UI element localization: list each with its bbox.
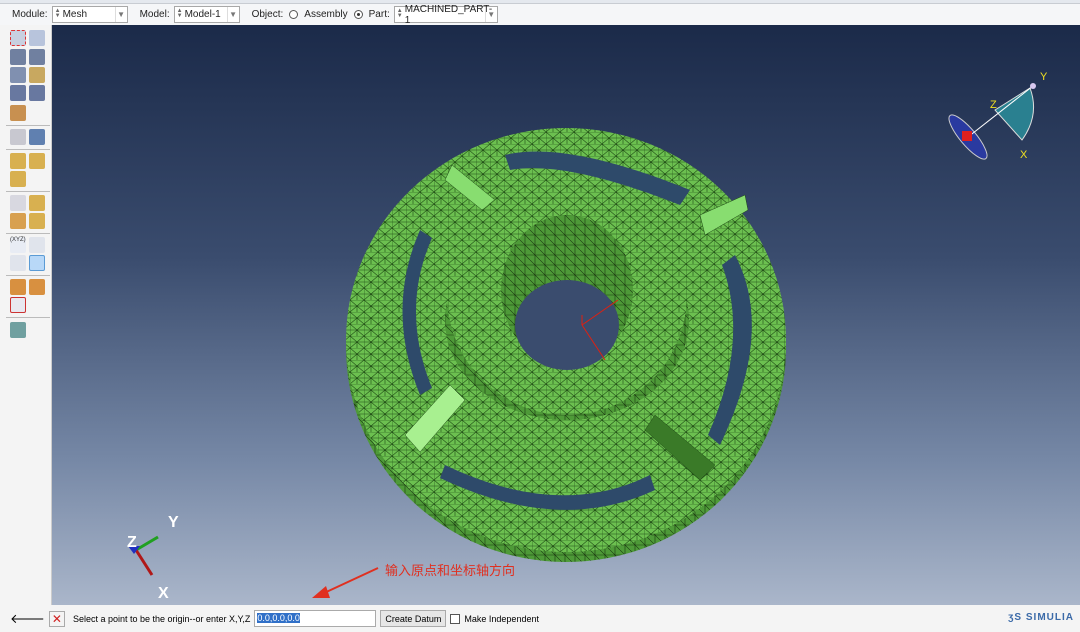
triad-x-label: X — [158, 585, 169, 602]
part-value: MACHINED_PART-1 — [404, 3, 493, 26]
xyz-input[interactable]: 0.0,0.0,0.0 — [254, 610, 377, 627]
mesh-part-render: Y Z X Y Z X — [127, 71, 1048, 602]
part-label: Part: — [368, 9, 390, 20]
make-independent-checkbox[interactable] — [450, 613, 461, 624]
part-radio[interactable] — [353, 10, 363, 19]
viewport[interactable]: Y Z X Y Z X — [52, 25, 1080, 605]
mesh-part-icon[interactable] — [29, 67, 45, 83]
partition-face-icon[interactable] — [29, 153, 45, 169]
query-icon[interactable] — [10, 129, 26, 145]
chevron-down-icon: ▼ — [484, 7, 497, 22]
prompt-area: 🡐 ✕ Select a point to be the origin--or … — [0, 605, 1080, 632]
delete-seeds-icon[interactable] — [10, 49, 26, 65]
module-value: Mesh — [62, 9, 88, 20]
assign-sweep-icon[interactable] — [29, 279, 45, 295]
make-independent-label: Make Independent — [464, 613, 539, 624]
verify-mesh-icon[interactable] — [10, 85, 26, 101]
bore-hole — [515, 280, 619, 370]
simulia-logo: ʒS SIMULIA — [1008, 612, 1074, 623]
datum-point-xyz-icon[interactable]: (XYZ) — [10, 237, 26, 253]
create-partition-icon[interactable] — [10, 153, 26, 169]
check-mesh-icon[interactable] — [29, 85, 45, 101]
view-x-label: X — [1020, 149, 1028, 161]
context-bar: Module: ▲ ▼ Mesh ▼ Model: ▲ ▼ Model-1 ▼ Object… — [0, 3, 1080, 26]
module-label: Module: — [12, 9, 48, 20]
mesh-toolbox: (XYZ) — [0, 25, 52, 605]
assembly-radio[interactable] — [289, 10, 299, 19]
cancel-x-icon[interactable]: ✕ — [48, 610, 65, 627]
datum-axis-icon[interactable] — [29, 237, 45, 253]
adaptive-icon[interactable] — [29, 213, 45, 229]
geometry-edit-icon[interactable] — [10, 297, 26, 313]
module-select[interactable]: ▲ ▼ Mesh ▼ — [51, 6, 128, 23]
assign-stack-icon[interactable] — [10, 279, 26, 295]
seed-edges-icon[interactable] — [29, 30, 45, 46]
xyz-input-value: 0.0,0.0,0.0 — [257, 613, 300, 623]
seed-part-icon[interactable] — [10, 30, 26, 46]
mesh-controls-icon[interactable] — [29, 49, 45, 65]
element-type-icon[interactable] — [10, 67, 26, 83]
model-value: Model-1 — [184, 9, 221, 20]
arrow-head-icon — [312, 586, 330, 598]
back-arrow-icon[interactable]: 🡐 — [10, 611, 45, 627]
model-select[interactable]: ▲ ▼ Model-1 ▼ — [173, 6, 240, 23]
virtual-topology-icon[interactable] — [10, 171, 26, 187]
model-label: Model: — [139, 9, 170, 20]
part-select[interactable]: ▲ ▼ MACHINED_PART-1 ▼ — [393, 3, 498, 26]
triad-z-label: Z — [127, 534, 137, 551]
partition-edge-icon[interactable] — [29, 195, 45, 211]
edit-mesh-icon[interactable] — [10, 213, 26, 229]
partition-cell-icon[interactable] — [10, 105, 26, 121]
view-z-label: Z — [990, 99, 997, 111]
create-datum-button[interactable]: Create Datum — [380, 610, 447, 627]
view-y-label: Y — [1040, 71, 1048, 83]
datum-csys-icon[interactable] — [29, 255, 45, 271]
mesh-stats-icon[interactable] — [29, 129, 45, 145]
chevron-down-icon: ▼ — [114, 7, 127, 22]
chevron-down-icon: ▼ — [226, 7, 239, 22]
triad-y-label: Y — [168, 514, 179, 531]
assembly-label: Assembly — [304, 9, 348, 20]
datum-point-icon[interactable] — [10, 195, 26, 211]
tools-icon[interactable] — [10, 322, 26, 338]
annotation-text: 输入原点和坐标轴方向 — [385, 563, 516, 578]
prompt-text: Select a point to be the origin--or ente… — [72, 613, 251, 624]
object-label: Object: — [251, 9, 284, 20]
annotation-arrow — [321, 567, 379, 595]
datum-plane-icon[interactable] — [10, 255, 26, 271]
